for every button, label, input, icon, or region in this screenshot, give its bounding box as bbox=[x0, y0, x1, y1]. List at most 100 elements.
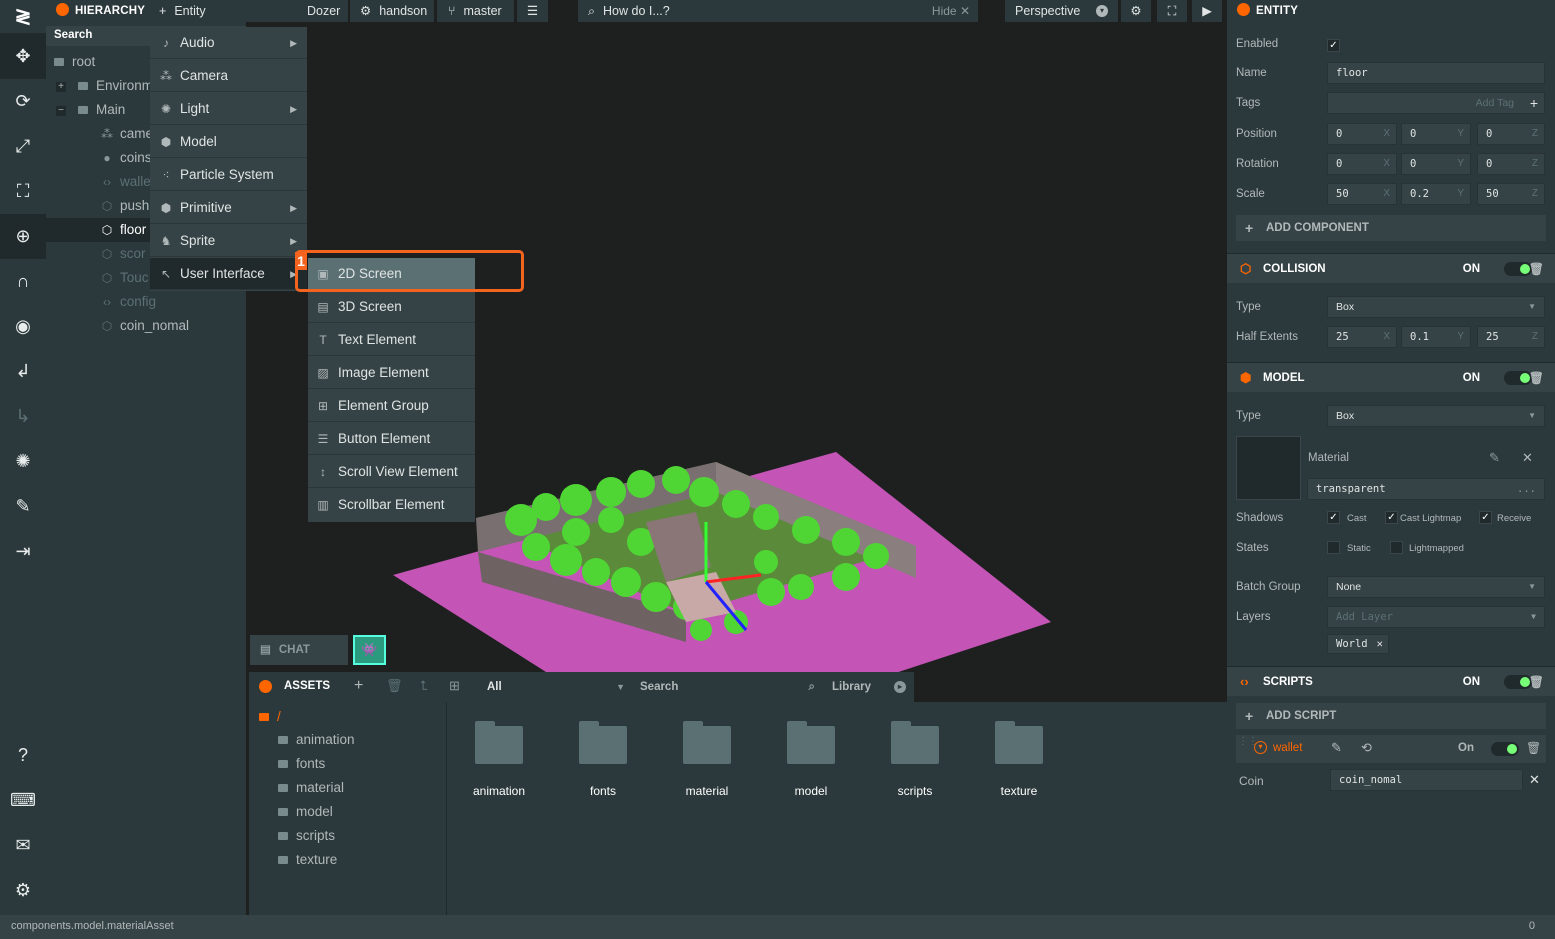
layer-tag-world[interactable]: World ✕ bbox=[1327, 634, 1389, 654]
more-icon[interactable]: ... bbox=[1517, 479, 1536, 499]
add-script-button[interactable]: + ADD SCRIPT bbox=[1236, 703, 1546, 729]
script-toggle[interactable] bbox=[1491, 742, 1519, 756]
rotation-z-field[interactable]: 0Z bbox=[1477, 153, 1545, 175]
model-type-dropdown[interactable]: Box ▼ bbox=[1327, 405, 1545, 427]
receive-checkbox[interactable]: ✓ bbox=[1479, 511, 1492, 524]
asset-search-input[interactable]: Search ⌕ bbox=[634, 676, 819, 698]
chat-button[interactable]: ▤ CHAT bbox=[250, 635, 348, 665]
scripts-section-header[interactable]: ‹› SCRIPTS ON 🗑 bbox=[1227, 666, 1555, 696]
position-y-field[interactable]: 0Y bbox=[1401, 123, 1471, 145]
cast-checkbox[interactable]: ✓ bbox=[1327, 511, 1340, 524]
position-z-field[interactable]: 0Z bbox=[1477, 123, 1545, 145]
menu-item-image-element[interactable]: ▨ Image Element bbox=[308, 357, 475, 389]
cast-lightmap-checkbox[interactable]: ✓ bbox=[1385, 511, 1398, 524]
expand-icon[interactable]: + bbox=[56, 82, 66, 92]
script-name[interactable]: wallet bbox=[1273, 742, 1302, 754]
resize-tool-icon[interactable]: ⛶ bbox=[0, 169, 46, 214]
lightmapped-checkbox[interactable] bbox=[1390, 541, 1403, 554]
asset-filter-dropdown[interactable]: All ▼ bbox=[479, 676, 627, 698]
menu-item-camera[interactable]: ⁂ Camera bbox=[150, 60, 307, 92]
enabled-checkbox[interactable]: ✓ bbox=[1327, 39, 1340, 52]
entity-menu-button[interactable]: + Entity bbox=[150, 0, 307, 22]
tree-item-coin-nomal[interactable]: ⬡ coin_nomal bbox=[46, 314, 246, 338]
asset-folder-root[interactable]: / bbox=[259, 705, 281, 729]
keyboard-icon[interactable]: ⌨ bbox=[0, 778, 46, 823]
tree-item-config[interactable]: ‹› config bbox=[46, 290, 246, 314]
refresh-icon[interactable]: ⟲ bbox=[1361, 740, 1372, 756]
asset-tree-material[interactable]: material bbox=[259, 776, 344, 800]
batch-group-dropdown[interactable]: None ▼ bbox=[1327, 576, 1545, 598]
menu-item-element-group[interactable]: ⊞ Element Group bbox=[308, 390, 475, 422]
asset-tile-model[interactable]: model bbox=[766, 721, 856, 798]
position-x-field[interactable]: 0X bbox=[1327, 123, 1397, 145]
menu-item-user-interface[interactable]: ↖ User Interface ▶ bbox=[150, 258, 307, 290]
focus-eye-icon[interactable]: ◉ bbox=[0, 304, 46, 349]
menu-item-primitive[interactable]: ⬢ Primitive ▶ bbox=[150, 192, 307, 224]
trash-icon[interactable]: 🗑 bbox=[1529, 254, 1544, 284]
user-avatar[interactable]: 👾 bbox=[353, 635, 386, 665]
asset-tile-material[interactable]: material bbox=[662, 721, 752, 798]
hide-button[interactable]: Hide ✕ bbox=[932, 0, 970, 22]
plus-icon[interactable]: + bbox=[1530, 93, 1538, 113]
menu-item-button-element[interactable]: ☰ Button Element bbox=[308, 423, 475, 455]
asset-tree-scripts[interactable]: scripts bbox=[259, 824, 335, 848]
add-component-button[interactable]: + ADD COMPONENT bbox=[1236, 215, 1546, 241]
close-icon[interactable]: ✕ bbox=[1377, 635, 1383, 653]
delete-asset-icon[interactable]: 🗑 bbox=[386, 678, 403, 694]
tree-item-floor[interactable]: ⬡ floor bbox=[46, 218, 150, 242]
project-name[interactable]: Dozer bbox=[307, 0, 348, 22]
half-extents-z-field[interactable]: 25 Z bbox=[1477, 326, 1545, 348]
asset-tile-scripts[interactable]: scripts bbox=[870, 721, 960, 798]
asset-tree-fonts[interactable]: fonts bbox=[259, 752, 325, 776]
coin-field[interactable]: coin_nomal bbox=[1330, 769, 1523, 791]
asset-tree-model[interactable]: model bbox=[259, 800, 333, 824]
help-search-input[interactable]: How do I...? bbox=[603, 4, 670, 18]
collapse-icon[interactable]: − bbox=[56, 106, 66, 116]
playcanvas-logo-icon[interactable]: ≷ bbox=[0, 0, 46, 34]
publish-icon[interactable]: ⇥ bbox=[0, 529, 46, 574]
code-editor-icon[interactable]: ✎ bbox=[0, 484, 46, 529]
snap-icon[interactable]: ∩ bbox=[0, 259, 46, 304]
menu-item-model[interactable]: ⬢ Model bbox=[150, 126, 307, 158]
menu-item-text-element[interactable]: T Text Element bbox=[308, 324, 475, 356]
feedback-icon[interactable]: ✉ bbox=[0, 823, 46, 868]
static-checkbox[interactable] bbox=[1327, 541, 1340, 554]
add-asset-icon[interactable]: + bbox=[354, 677, 363, 695]
edit-icon[interactable]: ✎ bbox=[1489, 450, 1500, 466]
lightmapper-icon[interactable]: ✺ bbox=[0, 439, 46, 484]
undo-icon[interactable]: ↲ bbox=[0, 349, 46, 394]
play-icon[interactable]: ▶ bbox=[1192, 0, 1222, 22]
list-icon[interactable]: ☰ bbox=[517, 0, 548, 22]
menu-item-sprite[interactable]: ♞ Sprite ▶ bbox=[150, 225, 307, 257]
translate-tool-icon[interactable]: ✥ bbox=[0, 34, 46, 79]
asset-tile-texture[interactable]: texture bbox=[974, 721, 1064, 798]
help-icon[interactable]: ? bbox=[0, 733, 46, 778]
trash-icon[interactable]: 🗑 bbox=[1529, 667, 1544, 697]
user-button[interactable]: ⚙ handson bbox=[350, 0, 434, 22]
add-layer-dropdown[interactable]: Add Layer ▼ bbox=[1327, 606, 1545, 628]
tags-input[interactable]: Add Tag + bbox=[1327, 92, 1545, 114]
collision-section-header[interactable]: ⬡ COLLISION ON 🗑 bbox=[1227, 253, 1555, 283]
close-icon[interactable]: ✕ bbox=[1522, 450, 1533, 466]
collision-type-dropdown[interactable]: Box ▼ bbox=[1327, 296, 1545, 318]
library-button[interactable]: Library ▸ bbox=[832, 676, 912, 698]
menu-item-particle-system[interactable]: ⁖ Particle System bbox=[150, 159, 307, 191]
script-wallet-header[interactable]: ⋮⋮ ▾ wallet ✎ ⟲ On 🗑 bbox=[1236, 735, 1546, 763]
rotation-x-field[interactable]: 0X bbox=[1327, 153, 1397, 175]
material-preview-thumbnail[interactable] bbox=[1236, 436, 1301, 500]
branch-button[interactable]: ⑂ master bbox=[437, 0, 514, 22]
menu-item-scrollbar-element[interactable]: ▥ Scrollbar Element bbox=[308, 489, 475, 521]
trash-icon[interactable]: 🗑 bbox=[1526, 741, 1541, 755]
fullscreen-icon[interactable]: ⛶ bbox=[1157, 0, 1187, 22]
menu-item-scroll-view-element[interactable]: ↕ Scroll View Element bbox=[308, 456, 475, 488]
edit-icon[interactable]: ✎ bbox=[1331, 740, 1342, 756]
help-search-bar[interactable]: ⌕ How do I...? Hide ✕ bbox=[578, 0, 978, 22]
half-extents-x-field[interactable]: 25 X bbox=[1327, 326, 1397, 348]
asset-tree-texture[interactable]: texture bbox=[259, 848, 337, 872]
half-extents-y-field[interactable]: 0.1 Y bbox=[1401, 326, 1471, 348]
scale-y-field[interactable]: 0.2 Y bbox=[1401, 183, 1471, 205]
asset-tile-fonts[interactable]: fonts bbox=[558, 721, 648, 798]
settings-gear-icon[interactable]: ⚙ bbox=[0, 868, 46, 913]
up-folder-icon[interactable]: ⮤ bbox=[420, 678, 428, 694]
material-field[interactable]: transparent... bbox=[1307, 478, 1545, 500]
